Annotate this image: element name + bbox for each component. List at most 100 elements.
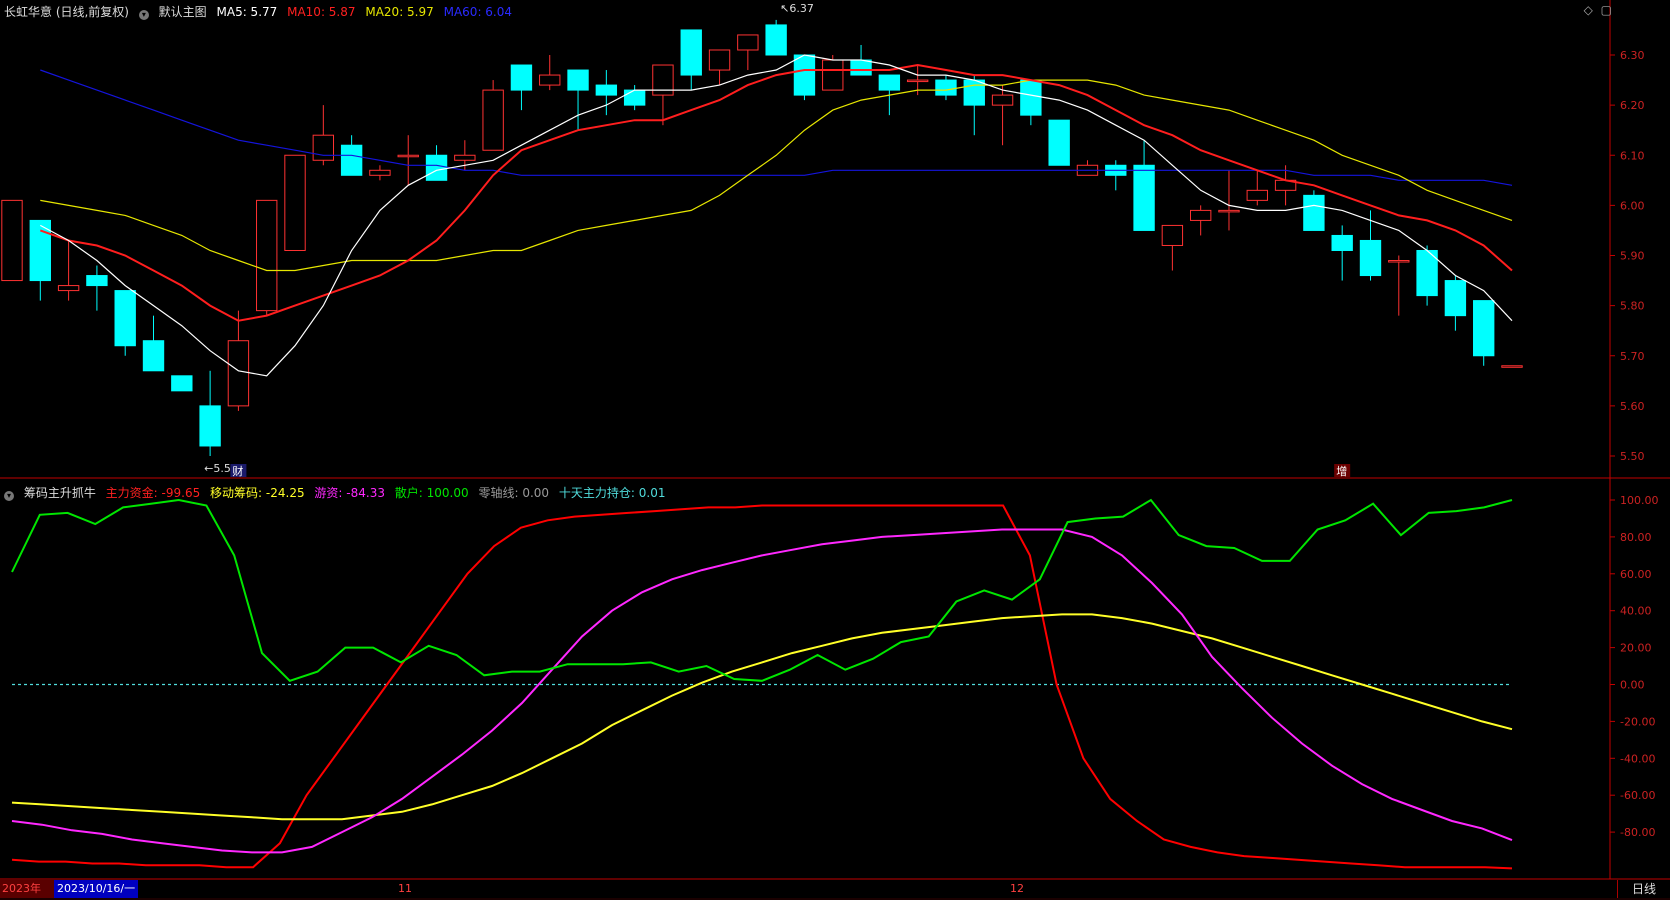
ma20-label: MA20: 5.97 [365, 5, 434, 19]
ma5-label: MA5: 5.77 [216, 5, 278, 19]
candle-body[interactable] [1501, 365, 1523, 368]
ten-day-hold-label: 十天主力持仓: 0.01 [558, 486, 666, 500]
candle-body[interactable] [284, 154, 306, 251]
price-tick-label: 6.30 [1620, 49, 1645, 62]
indicator-tick-label: -20.00 [1620, 715, 1655, 728]
candle-body[interactable] [171, 375, 193, 392]
candle-body[interactable] [57, 285, 80, 292]
candle-body[interactable] [1048, 119, 1070, 166]
indicator-tick-label: -60.00 [1620, 789, 1655, 802]
indicator-tick-label: 80.00 [1620, 531, 1652, 544]
indicator-tick-label: -80.00 [1620, 826, 1655, 839]
price-tick-label: 5.80 [1620, 300, 1645, 313]
candle-body[interactable] [199, 405, 221, 447]
candle-body[interactable] [1473, 300, 1495, 357]
candle-body[interactable] [1359, 239, 1382, 277]
candle-body[interactable] [1, 199, 23, 282]
sub-indicator-name[interactable]: 筹码主升抓牛 [24, 486, 96, 500]
month-11-label: 11 [398, 882, 412, 895]
indicator-tick-label: 100.00 [1620, 494, 1659, 507]
candle-body[interactable] [793, 54, 816, 96]
candle-body[interactable] [1218, 209, 1240, 213]
candle-body[interactable] [482, 89, 504, 151]
sub-settings-circle-icon[interactable]: ▾ [4, 491, 14, 501]
price-tick-label: 5.50 [1620, 450, 1645, 463]
candle-body[interactable] [114, 290, 136, 347]
candle-body[interactable] [1331, 234, 1353, 251]
ma60-label: MA60: 6.04 [443, 5, 513, 19]
candle-body[interactable] [935, 79, 957, 96]
main-fund-label: 主力资金: -99.65 [105, 486, 201, 500]
candle-body[interactable] [567, 69, 589, 91]
event-marker-zeng[interactable]: 增 [1336, 464, 1347, 478]
candle-body[interactable] [737, 34, 759, 51]
sub-chart-header: ▾ 筹码主升抓牛 主力资金: -99.65 移动筹码: -24.25 游资: -… [4, 484, 671, 501]
indicator-tick-label: 60.00 [1620, 568, 1652, 581]
price-tick-label: 5.60 [1620, 400, 1645, 413]
indicator-series-line [11, 498, 1513, 682]
square-icon[interactable]: ▢ [1601, 3, 1612, 17]
hot-money-label: 游资: -84.33 [314, 486, 385, 500]
candle-body[interactable] [878, 74, 901, 91]
candle-body[interactable] [1388, 260, 1410, 263]
cursor-date-label: 2023/10/16/一 [54, 880, 139, 898]
year-label: 2023年 [0, 880, 54, 898]
candle-body[interactable] [850, 59, 872, 76]
moving-chips-label: 移动筹码: -24.25 [210, 486, 305, 500]
candle-body[interactable] [510, 64, 533, 91]
high-price-annotation: ↖6.37 [780, 2, 814, 15]
candle-body[interactable] [1189, 209, 1212, 221]
settings-circle-icon[interactable]: ▾ [138, 10, 149, 20]
indicator-series-line [11, 528, 1513, 854]
candle-body[interactable] [539, 74, 561, 86]
candle-body[interactable] [425, 154, 448, 181]
kline-chart-canvas[interactable]: 6.30 6.20 6.10 6.00 5.90 5.80 5.70 5.60 5.50 ↖6.3… [0, 0, 1670, 900]
price-tick-label: 6.10 [1620, 149, 1645, 162]
stock-title[interactable]: 长虹华意 (日线,前复权) [4, 5, 129, 19]
candle-body[interactable] [595, 84, 618, 96]
candle-body[interactable] [1161, 224, 1184, 246]
candle-body[interactable] [1246, 189, 1268, 201]
candle-body[interactable] [1444, 280, 1467, 317]
main-chart-header: 长虹华意 (日线,前复权) ▾ 默认主图 MA5: 5.77 MA10: 5.8… [4, 3, 518, 20]
candle-body[interactable] [454, 154, 476, 161]
candle-body[interactable] [623, 89, 646, 106]
candle-body[interactable] [142, 340, 165, 372]
period-label[interactable]: 日线 [1617, 880, 1670, 898]
month-12-label: 12 [1010, 882, 1024, 895]
candle-body[interactable] [765, 24, 787, 56]
candle-body[interactable] [1303, 194, 1325, 231]
candle-body[interactable] [991, 94, 1014, 106]
indicator-tick-label: 40.00 [1620, 605, 1652, 618]
price-tick-label: 5.70 [1620, 350, 1645, 363]
candle-body[interactable] [256, 199, 278, 312]
candle-body[interactable] [1133, 164, 1155, 231]
window-corner-controls: ◇ ▢ [1580, 3, 1612, 17]
main-indicator-name[interactable]: 默认主图 [159, 5, 207, 19]
candle-body[interactable] [1020, 79, 1042, 116]
candle-body[interactable] [340, 144, 363, 176]
indicator-tick-label: 20.00 [1620, 642, 1652, 655]
candle-body[interactable] [906, 79, 929, 83]
candle-body[interactable] [397, 154, 419, 158]
indicator-tick-label: 0.00 [1620, 679, 1645, 692]
retail-label: 散户: 100.00 [394, 486, 469, 500]
candle-body[interactable] [227, 340, 250, 407]
event-marker-caicai[interactable]: 财 [232, 464, 243, 478]
candle-body[interactable] [963, 79, 985, 106]
candle-body[interactable] [680, 29, 702, 76]
zero-line-label: 零轴线: 0.00 [478, 486, 550, 500]
candle-body[interactable] [369, 169, 391, 176]
price-tick-label: 6.00 [1620, 199, 1645, 212]
indicator-series-line [11, 613, 1513, 821]
ma10-label: MA10: 5.87 [287, 5, 356, 19]
candle-body[interactable] [86, 275, 108, 287]
ma60-line [40, 69, 1513, 186]
candle-body[interactable] [708, 49, 731, 71]
candle-body[interactable] [312, 134, 335, 161]
price-tick-label: 6.20 [1620, 99, 1645, 112]
candle-body[interactable] [822, 59, 844, 91]
price-tick-label: 5.90 [1620, 250, 1645, 263]
diamond-icon[interactable]: ◇ [1584, 3, 1593, 17]
indicator-tick-label: -40.00 [1620, 752, 1655, 765]
